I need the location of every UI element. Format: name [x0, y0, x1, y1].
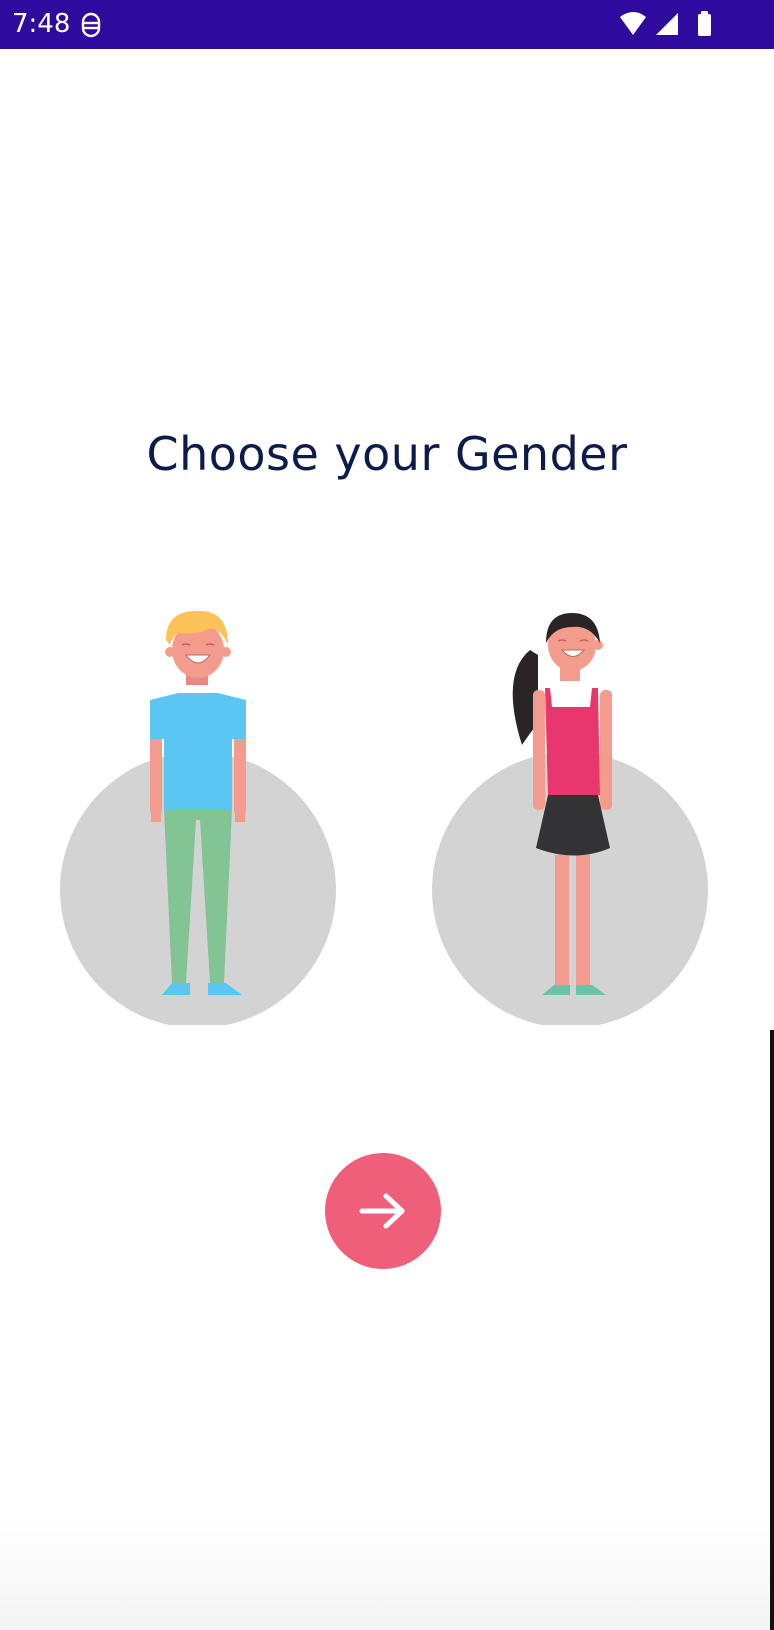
arrow-right-icon	[359, 1193, 405, 1229]
male-option[interactable]	[58, 605, 338, 1025]
status-time: 7:48	[12, 9, 71, 39]
notification-icon	[81, 12, 101, 38]
female-option[interactable]	[430, 605, 710, 1025]
status-icons	[620, 11, 711, 36]
next-button[interactable]	[325, 1153, 441, 1269]
male-avatar-icon	[60, 610, 336, 1025]
battery-icon	[698, 11, 711, 36]
female-avatar-icon	[432, 613, 708, 1025]
status-bar: 7:48	[0, 0, 774, 49]
screen-edge	[770, 1030, 774, 1630]
gender-selection-screen: 7:48 Choose your Gender	[0, 0, 774, 1630]
page-title: Choose your Gender	[146, 427, 628, 481]
wifi-icon	[620, 12, 646, 35]
cellular-signal-icon	[656, 13, 678, 35]
